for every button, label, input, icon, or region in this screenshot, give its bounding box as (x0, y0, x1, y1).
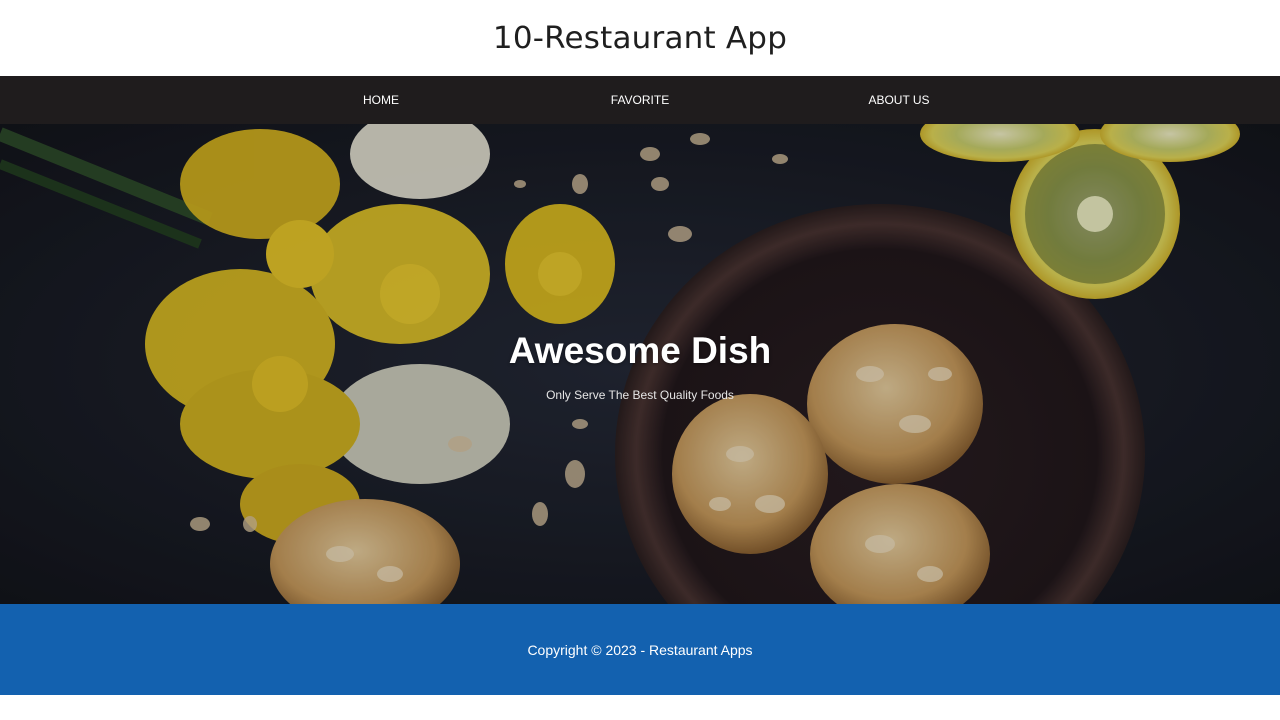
main-nav: HOME FAVORITE ABOUT US (0, 76, 1280, 124)
app-title: 10-Restaurant App (492, 20, 788, 56)
hero-text: Awesome Dish Only Serve The Best Quality… (0, 328, 1280, 402)
footer: Copyright © 2023 - Restaurant Apps (0, 604, 1280, 695)
nav-item-favorite[interactable]: FAVORITE (611, 76, 669, 124)
hero-tagline: Only Serve The Best Quality Foods (546, 388, 734, 402)
nav-item-home[interactable]: HOME (363, 76, 399, 124)
hero-section: Awesome Dish Only Serve The Best Quality… (0, 124, 1280, 604)
app-header: 10-Restaurant App (0, 0, 1280, 76)
nav-item-about-us[interactable]: ABOUT US (868, 76, 929, 124)
hero-title: Awesome Dish (508, 330, 772, 371)
copyright-text: Copyright © 2023 - Restaurant Apps (527, 641, 753, 658)
